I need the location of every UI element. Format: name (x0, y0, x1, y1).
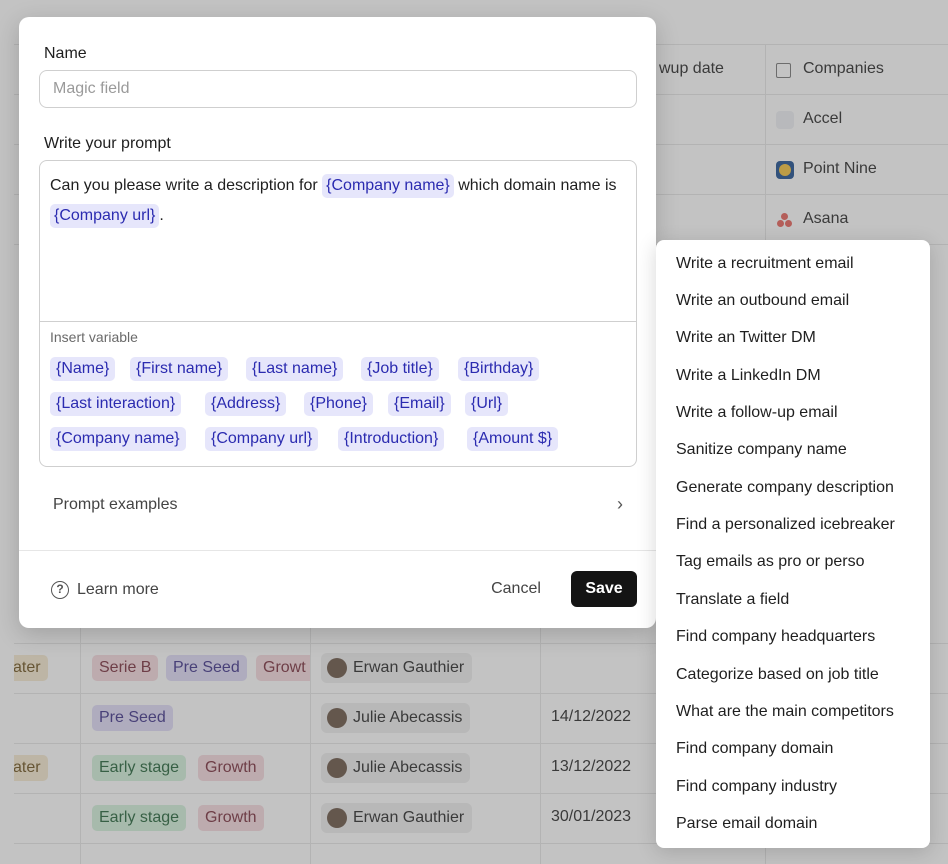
variable-chip-birthday[interactable]: {Birthday} (458, 357, 540, 381)
menu-item-follow-up-email[interactable]: Write a follow-up email (656, 396, 930, 430)
menu-item-company-domain[interactable]: Find company domain (656, 732, 930, 766)
name-label: Name (44, 45, 87, 62)
variable-chip-address[interactable]: {Address} (205, 392, 287, 416)
insert-variable-panel: Insert variable {Name} {First name} {Las… (40, 321, 636, 466)
prompt-variable-chip: {Company url} (50, 204, 160, 228)
prompt-text-segment: Can you please write a description for (50, 177, 323, 194)
menu-item-categorize-job-title[interactable]: Categorize based on job title (656, 658, 930, 692)
menu-item-company-headquarters[interactable]: Find company headquarters (656, 620, 930, 654)
cancel-button[interactable]: Cancel (479, 571, 553, 607)
menu-item-parse-email-domain[interactable]: Parse email domain (656, 807, 930, 841)
variable-chip-company-name[interactable]: {Company name} (50, 427, 186, 451)
question-circle-icon: ? (51, 581, 69, 599)
divider (19, 550, 656, 551)
variable-chip-amount[interactable]: {Amount $} (467, 427, 559, 451)
variable-chip-job-title[interactable]: {Job title} (361, 357, 439, 381)
prompt-variable-chip: {Company name} (322, 174, 454, 198)
menu-item-company-industry[interactable]: Find company industry (656, 770, 930, 804)
prompt-examples-label: Prompt examples (53, 496, 178, 513)
prompt-examples-menu: Write a recruitment email Write an outbo… (656, 240, 930, 848)
insert-variable-label: Insert variable (50, 329, 138, 345)
variable-chip-last-interaction[interactable]: {Last interaction} (50, 392, 182, 416)
menu-item-translate-field[interactable]: Translate a field (656, 583, 930, 617)
chevron-right-icon: › (617, 494, 623, 514)
menu-item-icebreaker[interactable]: Find a personalized icebreaker (656, 508, 930, 542)
learn-more-label: Learn more (77, 581, 159, 598)
variable-chip-phone[interactable]: {Phone} (304, 392, 373, 416)
menu-item-sanitize-company-name[interactable]: Sanitize company name (656, 433, 930, 467)
variable-chip-first-name[interactable]: {First name} (130, 357, 229, 381)
prompt-text-segment: which domain name is (453, 177, 617, 194)
variable-chip-url[interactable]: {Url} (465, 392, 509, 416)
magic-field-modal: Name Write your prompt Can you please wr… (19, 17, 656, 628)
variable-chip-last-name[interactable]: {Last name} (246, 357, 344, 381)
menu-item-outbound-email[interactable]: Write an outbound email (656, 284, 930, 318)
prompt-examples-row[interactable]: Prompt examples › (39, 487, 637, 525)
variable-chip-email[interactable]: {Email} (388, 392, 451, 416)
menu-item-tag-emails[interactable]: Tag emails as pro or perso (656, 545, 930, 579)
menu-item-company-description[interactable]: Generate company description (656, 471, 930, 505)
variable-chip-introduction[interactable]: {Introduction} (338, 427, 445, 451)
menu-item-recruitment-email[interactable]: Write a recruitment email (656, 247, 930, 281)
prompt-text[interactable]: Can you please write a description for {… (50, 171, 625, 231)
variable-chip-company-url[interactable]: {Company url} (205, 427, 319, 451)
prompt-label: Write your prompt (44, 135, 171, 152)
menu-item-linkedin-dm[interactable]: Write a LinkedIn DM (656, 359, 930, 393)
menu-item-main-competitors[interactable]: What are the main competitors (656, 695, 930, 729)
prompt-text-segment: . (159, 207, 164, 224)
menu-item-twitter-dm[interactable]: Write an Twitter DM (656, 321, 930, 355)
name-input[interactable] (39, 70, 637, 108)
save-button[interactable]: Save (571, 571, 637, 607)
variable-chip-name[interactable]: {Name} (50, 357, 116, 381)
prompt-editor[interactable]: Can you please write a description for {… (39, 160, 637, 467)
